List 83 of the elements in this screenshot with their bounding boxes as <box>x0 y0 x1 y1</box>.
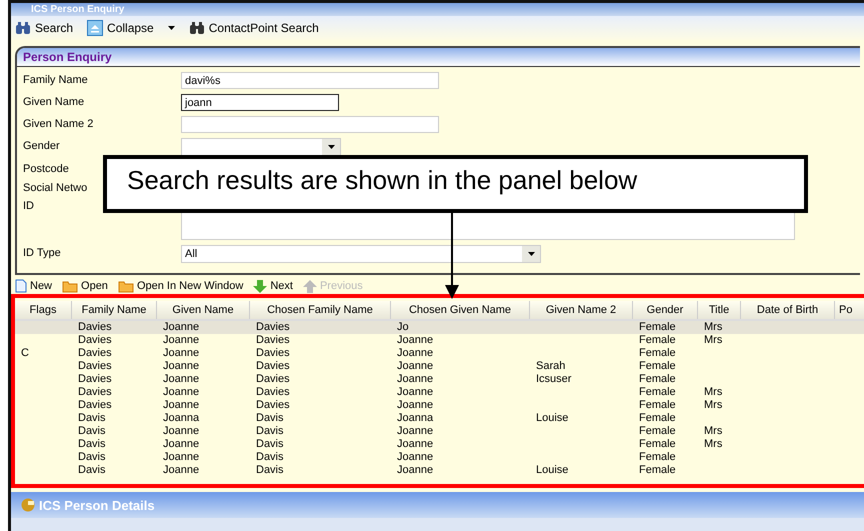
table-cell: Davies <box>78 373 112 385</box>
panel-title: Person Enquiry <box>17 48 860 67</box>
table-cell: Davis <box>256 412 284 424</box>
table-cell: Davis <box>256 451 284 463</box>
table-cell: Joanne <box>163 360 200 372</box>
table-cell: Davis <box>78 425 106 437</box>
table-cell: Davies <box>78 360 112 372</box>
table-cell: Davies <box>256 360 290 372</box>
table-cell: Joanne <box>163 425 200 437</box>
table-cell: Louise <box>536 464 568 476</box>
table-cell: Mrs <box>704 438 722 450</box>
table-cell: Female <box>639 464 676 476</box>
table-cell: Davies <box>256 373 290 385</box>
table-cell: Joanne <box>397 438 434 450</box>
field-label: Given Name <box>23 96 86 108</box>
table-cell: Davies <box>256 321 290 333</box>
table-cell: Female <box>639 438 676 450</box>
table-cell: Female <box>639 373 676 385</box>
table-cell: Mrs <box>704 334 722 346</box>
table-cell: Joanne <box>163 438 200 450</box>
table-cell: Female <box>639 347 676 359</box>
table-cell: Female <box>639 360 676 372</box>
panel-title: ICS Person Details <box>39 498 155 512</box>
table-cell: Davies <box>256 399 290 411</box>
table-cell: Jo <box>397 321 409 333</box>
table-cell: Mrs <box>704 399 722 411</box>
field-label: ID <box>23 200 35 212</box>
table-cell: Joanne <box>397 360 434 372</box>
table-cell: Joanne <box>163 399 200 411</box>
table-cell: Mrs <box>704 386 722 398</box>
table-cell: Davis <box>78 451 106 463</box>
table-cell: Sarah <box>536 360 566 372</box>
table-cell: Female <box>639 412 676 424</box>
table-cell: Joanne <box>397 399 434 411</box>
table-cell: Joanne <box>163 373 200 385</box>
table-cell: Joanne <box>397 334 434 346</box>
table-cell: Joanne <box>163 347 200 359</box>
table-cell: Davies <box>256 386 290 398</box>
field-label: Given Name 2 <box>23 118 94 130</box>
table-cell: Joanne <box>397 347 434 359</box>
table-cell: Joanne <box>397 451 434 463</box>
table-cell: Joanne <box>163 451 200 463</box>
window-title: ICS Person Enquiry <box>31 4 124 16</box>
field-label: Gender <box>23 140 61 152</box>
table-cell: Female <box>639 399 676 411</box>
table-cell: Female <box>639 425 676 437</box>
table-cell: Joanne <box>163 334 200 346</box>
table-cell: C <box>21 347 29 359</box>
table-cell: Davies <box>256 334 290 346</box>
table-cell: Joanne <box>397 464 434 476</box>
table-cell: Joanne <box>397 386 434 398</box>
table-cell: Joanne <box>163 386 200 398</box>
table-cell: Davies <box>78 334 112 346</box>
table-cell: Davis <box>256 425 284 437</box>
field-label: Social Netwo <box>23 182 88 194</box>
table-cell: Joanna <box>397 412 434 424</box>
table-cell: Davies <box>78 347 112 359</box>
table-cell: Davies <box>78 321 112 333</box>
field-label: Family Name <box>23 74 89 86</box>
table-cell: Mrs <box>704 425 722 437</box>
field-label: Postcode <box>23 163 70 175</box>
table-cell: Icsuser <box>536 373 572 385</box>
table-cell: Davies <box>78 386 112 398</box>
table-cell: Davis <box>78 464 106 476</box>
field-label: ID Type <box>23 247 62 259</box>
callout-tooltip: Search results are shown in the panel below <box>103 155 808 213</box>
table-cell: Joanne <box>163 321 200 333</box>
table-cell: Female <box>639 451 676 463</box>
table-cell: Female <box>639 321 676 333</box>
table-cell: Female <box>639 334 676 346</box>
table-cell: Joanne <box>397 373 434 385</box>
table-cell: Joanne <box>397 425 434 437</box>
table-cell: Davis <box>256 438 284 450</box>
table-cell: Davis <box>256 464 284 476</box>
table-cell: Davies <box>78 399 112 411</box>
table-cell: Davis <box>78 412 106 424</box>
table-cell: Louise <box>536 412 568 424</box>
table-cell: Mrs <box>704 321 722 333</box>
table-cell: Joanna <box>163 412 200 424</box>
table-cell: Female <box>639 386 676 398</box>
table-cell: Davies <box>256 347 290 359</box>
table-cell: Joanne <box>163 464 200 476</box>
table-cell: Davis <box>78 438 106 450</box>
